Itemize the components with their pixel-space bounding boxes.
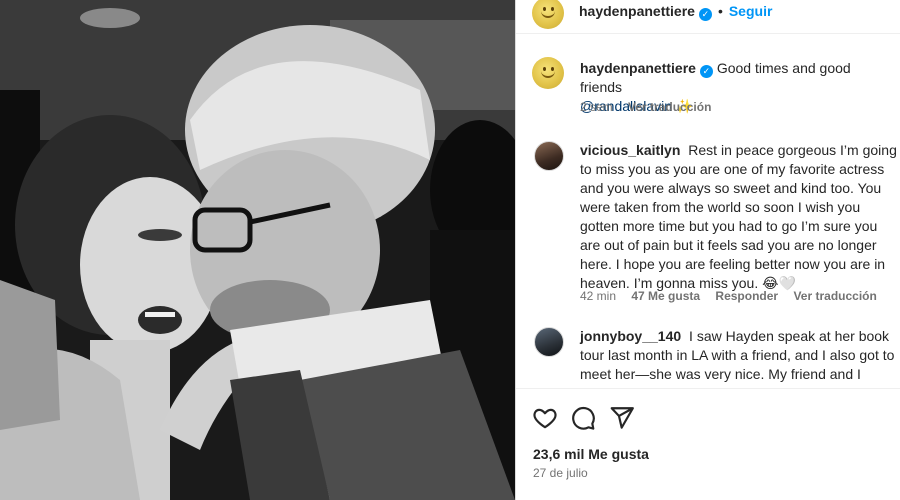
post-likes-count[interactable]: 23,6 mil Me gusta	[533, 446, 649, 462]
commenter-avatar[interactable]	[534, 327, 564, 357]
heart-icon[interactable]	[532, 405, 558, 431]
caption-time[interactable]: 2 sem	[580, 100, 613, 114]
commenter-username[interactable]: jonnyboy__140	[580, 328, 681, 344]
comment-text: Rest in peace gorgeous I’m going to miss…	[580, 142, 897, 291]
header-line: haydenpanettiere ✓ • Seguir	[579, 3, 772, 21]
comment-likes[interactable]: 47 Me gusta	[631, 289, 700, 303]
comment-icon[interactable]	[570, 405, 596, 431]
comment-translate-link[interactable]: Ver traducción	[793, 289, 876, 303]
commenter-avatar[interactable]	[534, 141, 564, 171]
comment-time[interactable]: 42 min	[580, 289, 616, 303]
post-header: haydenpanettiere ✓ • Seguir	[516, 0, 900, 34]
author-avatar[interactable]	[532, 0, 564, 29]
caption-author-avatar[interactable]	[532, 57, 564, 89]
caption-meta: 2 sem Ver traducción	[580, 100, 723, 114]
avatar-smile	[541, 11, 555, 18]
verified-badge-icon: ✓	[698, 8, 712, 21]
follow-button[interactable]: Seguir	[729, 3, 773, 19]
author-username[interactable]: haydenpanettiere	[579, 3, 695, 19]
photo-illustration	[0, 0, 515, 500]
avatar-smile	[541, 71, 555, 78]
post-photo[interactable]	[0, 0, 515, 500]
comment-meta: 42 min 47 Me gusta Responder Ver traducc…	[580, 289, 889, 303]
send-icon[interactable]	[609, 405, 635, 431]
verified-badge-icon: ✓	[699, 65, 713, 78]
post-actions-bar: 23,6 mil Me gusta 27 de julio	[516, 388, 900, 500]
post-side-panel: haydenpanettiere ✓ • Seguir haydenpanettier…	[516, 0, 900, 500]
commenter-username[interactable]: vicious_kaitlyn	[580, 142, 680, 158]
caption-translate-link[interactable]: Ver traducción	[628, 100, 711, 114]
comment-text-block: vicious_kaitlyn Rest in peace gorgeous I…	[580, 141, 900, 293]
reply-button[interactable]: Responder	[715, 289, 778, 303]
header-separator: •	[717, 3, 723, 19]
post-date[interactable]: 27 de julio	[533, 466, 588, 480]
caption-author-username[interactable]: haydenpanettiere	[580, 60, 696, 76]
